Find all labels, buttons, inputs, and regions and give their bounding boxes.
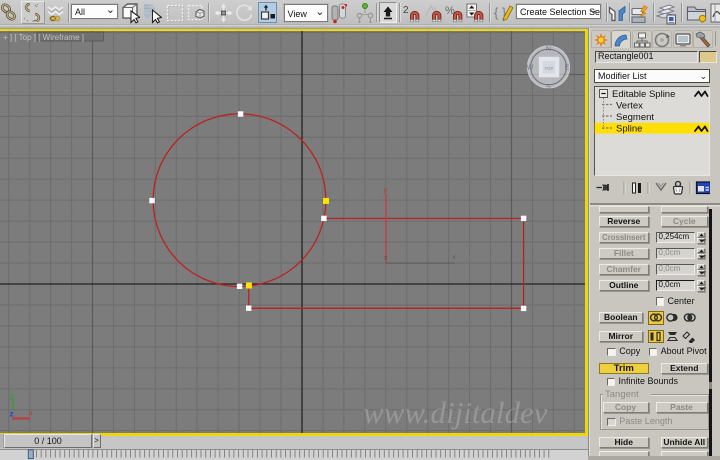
svg-text:+ ] [ Top ] [ Wireframe ]: + ] [ Top ] [ Wireframe ]	[3, 33, 84, 42]
svg-text:S: S	[546, 84, 551, 91]
svg-text:www.dijitaldev: www.dijitaldev	[363, 395, 548, 430]
svg-text:Vertex: Vertex	[616, 101, 643, 112]
svg-text:Segment: Segment	[616, 112, 654, 123]
svg-text:TOP: TOP	[545, 66, 554, 71]
svg-text:2: 2	[403, 5, 409, 16]
svg-text:W: W	[527, 65, 534, 72]
svg-text:Editable Spline: Editable Spline	[612, 89, 675, 100]
svg-text:y: y	[383, 186, 389, 195]
svg-text:x: x	[29, 408, 34, 418]
svg-text:z: z	[10, 409, 14, 419]
svg-text:E: E	[565, 65, 570, 72]
svg-text:z: z	[384, 255, 387, 262]
svg-text:N: N	[546, 46, 551, 53]
svg-text:y: y	[10, 390, 15, 400]
svg-text:x: x	[453, 254, 457, 261]
svg-text:Spline: Spline	[616, 124, 642, 135]
